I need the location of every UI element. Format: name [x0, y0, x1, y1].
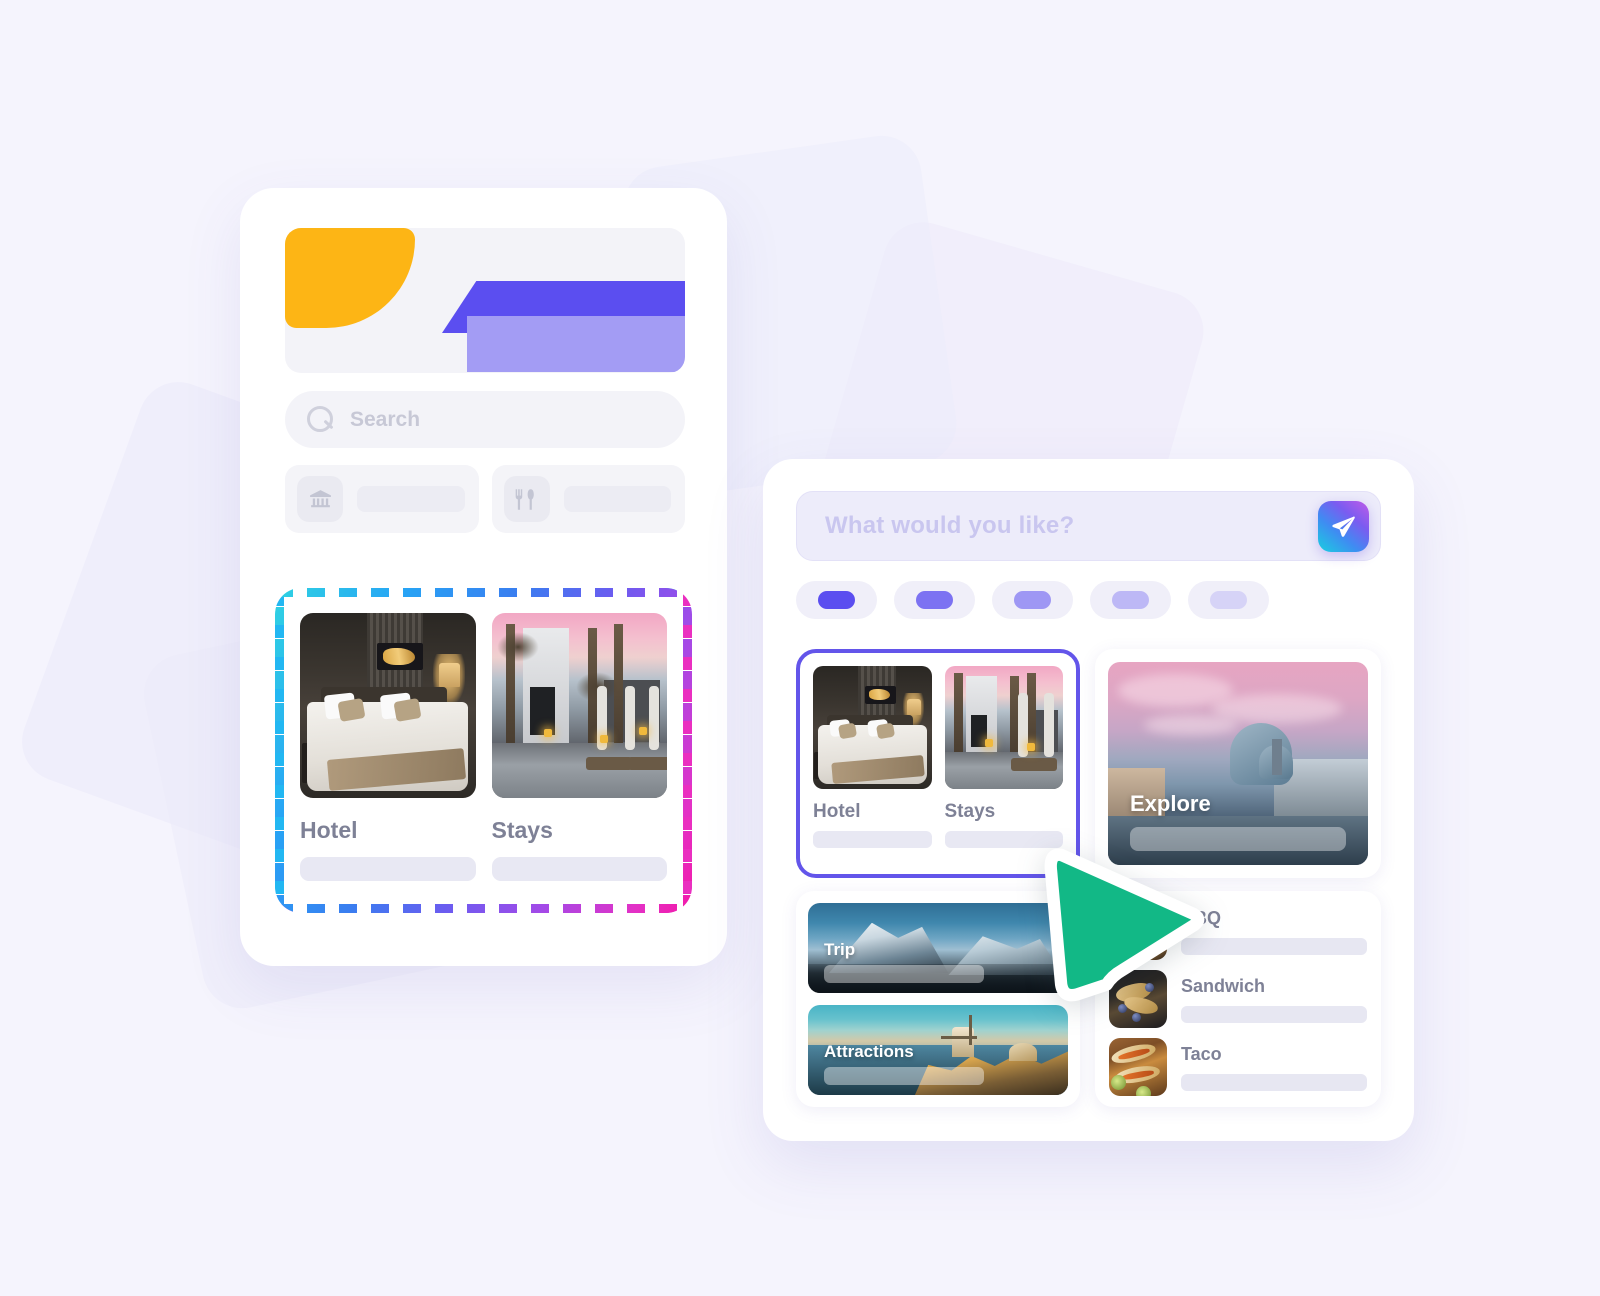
- attractions-label: Attractions: [824, 1042, 914, 1061]
- quick-action-label-placeholder: [563, 486, 671, 512]
- bank-icon: [297, 476, 343, 522]
- quick-actions-row: [285, 465, 685, 533]
- resort-palms-photo: [491, 613, 667, 798]
- restaurant-icon: [503, 476, 550, 522]
- category-label: Hotel: [813, 801, 861, 822]
- paper-plane-icon: [1332, 515, 1355, 537]
- food-name: Taco: [1181, 1043, 1222, 1064]
- selected-category-card[interactable]: Hotel Stays: [796, 649, 1080, 878]
- category-tile-stays[interactable]: Stays: [491, 613, 667, 888]
- search-placeholder: Search: [350, 407, 421, 431]
- food-name: BBQ: [1181, 908, 1367, 929]
- category-tile-stays[interactable]: Stays: [944, 666, 1063, 861]
- send-button[interactable]: [1318, 500, 1369, 552]
- resort-palms-photo: [944, 666, 1063, 789]
- rectangle-shape: [467, 316, 685, 372]
- category-label: Stays: [944, 801, 996, 822]
- food-subtitle-placeholder: [1181, 937, 1367, 955]
- list-item[interactable]: Taco: [1109, 1037, 1367, 1097]
- screenshot-canvas: Search Hotel Stays What would you like? …: [0, 0, 1600, 1296]
- category-label: Hotel: [300, 817, 358, 843]
- hero-banner: [285, 228, 685, 373]
- attractions-banner[interactable]: Attractions: [808, 1005, 1068, 1095]
- quick-action-label-placeholder: [357, 486, 465, 512]
- category-label: Stays: [491, 817, 553, 843]
- quarter-circle-shape: [285, 228, 415, 328]
- taco-photo: [1109, 1038, 1167, 1096]
- trip-subtitle-placeholder: [824, 965, 984, 983]
- food-subtitle-placeholder: [1181, 1073, 1367, 1091]
- explore-label: Explore: [1130, 791, 1211, 816]
- arrow-cursor-icon: [1044, 848, 1205, 1002]
- venice-grand-canal-photo: Explore: [1108, 662, 1368, 865]
- prompt-placeholder: What would you like?: [825, 512, 1075, 539]
- food-name: Sandwich: [1181, 975, 1266, 996]
- chip-1[interactable]: [796, 581, 877, 619]
- category-tile-hotel[interactable]: Hotel: [300, 613, 476, 888]
- trip-label: Trip: [824, 940, 856, 959]
- quick-action-bank[interactable]: [285, 465, 479, 533]
- category-subtitle-placeholder: [813, 831, 932, 848]
- chip-2[interactable]: [894, 581, 975, 619]
- chip-4[interactable]: [1090, 581, 1171, 619]
- selected-category-card[interactable]: Hotel Stays: [284, 597, 683, 904]
- quick-action-restaurant[interactable]: [491, 465, 685, 533]
- food-subtitle-placeholder: [1181, 1005, 1367, 1023]
- hotel-room-photo: [813, 666, 932, 789]
- category-tile-hotel[interactable]: Hotel: [813, 666, 932, 861]
- search-icon: [307, 406, 334, 433]
- dashed-selection-highlight: Hotel Stays: [275, 588, 692, 913]
- chip-3[interactable]: [992, 581, 1073, 619]
- suggestion-chips: [796, 581, 1269, 619]
- destination-stack-card: Trip Attractions: [796, 891, 1080, 1107]
- category-subtitle-placeholder: [491, 857, 667, 881]
- search-input[interactable]: Search: [285, 391, 685, 448]
- chip-5[interactable]: [1188, 581, 1269, 619]
- hotel-room-photo: [300, 613, 476, 798]
- category-subtitle-placeholder: [300, 857, 476, 881]
- prompt-input[interactable]: What would you like?: [796, 491, 1381, 561]
- trip-banner[interactable]: Trip: [808, 903, 1068, 993]
- ai-assistant-panel: What would you like? Hotel Stays Explore…: [763, 459, 1414, 1141]
- attractions-subtitle-placeholder: [824, 1067, 984, 1085]
